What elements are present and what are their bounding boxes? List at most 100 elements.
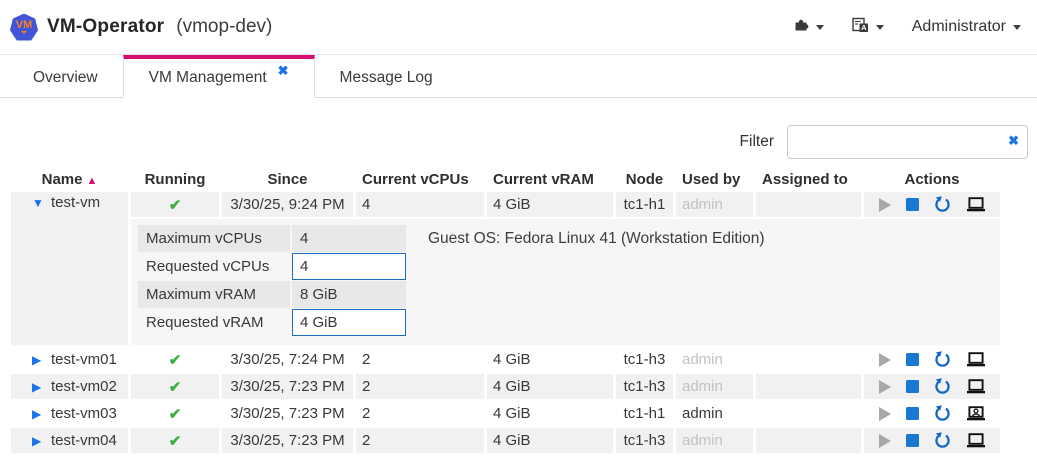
console-button[interactable] [966,197,986,212]
stop-button[interactable] [906,353,919,366]
running-check-icon: ✔ [169,352,182,369]
user-menu-button[interactable]: Administrator [912,18,1021,36]
current-vram-cell: 4 GiB [487,347,613,372]
column-header-current-vcpus[interactable]: Current vCPUs [356,168,484,190]
running-cell: ✔ [131,192,219,217]
since-cell: 3/30/25, 7:23 PM [222,374,353,399]
column-header-assigned-to[interactable]: Assigned to [756,168,861,190]
tab-overview[interactable]: Overview [8,55,123,97]
actions-cell [864,192,1000,217]
current-vram-cell: 4 GiB [487,374,613,399]
vm-name: test-vm [51,194,100,211]
vm-table: Name▲ Running Since Current vCPUs Curren… [8,166,1003,455]
column-header-running[interactable]: Running [131,168,219,190]
filter-box: ✖ [787,125,1028,159]
current-vram-cell: 4 GiB [487,428,613,453]
assigned-to-cell [756,192,861,217]
property-row: Requested vCPUs [138,253,406,280]
components-menu-button[interactable] [793,17,824,38]
vm-name: test-vm01 [51,351,117,368]
user-menu-label: Administrator [912,18,1006,36]
tab-vm-management[interactable]: VM Management ✖ [123,55,315,98]
requested-vram-input[interactable] [292,309,406,336]
sort-ascending-icon: ▲ [86,175,97,187]
used-by-cell: admin [676,347,753,372]
reset-button[interactable] [934,196,951,213]
console-button[interactable] [966,379,986,394]
console-button[interactable] [966,352,986,367]
column-header-since[interactable]: Since [222,168,353,190]
used-by-cell: admin [676,374,753,399]
vm-detail-row: Maximum vCPUs 4 Requested vCPUs Maximum … [11,219,1000,345]
chevron-down-icon [816,25,824,30]
since-cell: 3/30/25, 7:23 PM [222,401,353,426]
column-header-name[interactable]: Name▲ [11,168,128,190]
reset-button[interactable] [934,351,951,368]
table-header-row: Name▲ Running Since Current vCPUs Curren… [11,168,1000,190]
start-button[interactable] [879,353,891,367]
filter-label: Filter [740,133,774,151]
chevron-down-icon [876,25,884,30]
vm-properties: Maximum vCPUs 4 Requested vCPUs Maximum … [138,225,406,337]
column-header-node[interactable]: Node [616,168,673,190]
stop-button[interactable] [906,380,919,393]
close-tab-icon[interactable]: ✖ [278,63,289,79]
current-vcpus-cell: 2 [356,401,484,426]
stop-button[interactable] [906,198,919,211]
header-menus: A Administrator [793,17,1021,38]
vm-name-cell: ▶test-vm03 [11,401,128,426]
assigned-to-cell [756,347,861,372]
table-row: ▶test-vm04 ✔ 3/30/25, 7:23 PM 2 4 GiB tc… [11,428,1000,453]
column-header-current-vram[interactable]: Current vRAM [487,168,613,190]
current-vram-cell: 4 GiB [487,192,613,217]
node-cell: tc1-h3 [616,374,673,399]
assigned-to-cell [756,428,861,453]
clear-filter-icon[interactable]: ✖ [1008,133,1019,149]
maximum-vram-value: 8 GiB [292,281,406,308]
node-cell: tc1-h3 [616,428,673,453]
requested-vcpus-input[interactable] [292,253,406,280]
table-row: ▶test-vm03 ✔ 3/30/25, 7:23 PM 2 4 GiB tc… [11,401,1000,426]
start-button[interactable] [879,434,891,448]
logo-caret [21,31,27,34]
tab-overview-label: Overview [33,69,98,87]
reset-button[interactable] [934,432,951,449]
property-label: Maximum vCPUs [138,225,290,252]
column-header-actions: Actions [864,168,1000,190]
assigned-to-cell [756,401,861,426]
stop-button[interactable] [906,407,919,420]
language-menu-button[interactable]: A [852,17,884,38]
expand-row-icon[interactable]: ▶ [32,407,46,421]
reset-button[interactable] [934,378,951,395]
column-header-used-by[interactable]: Used by [676,168,753,190]
actions-cell [864,374,1000,399]
start-button[interactable] [879,380,891,394]
start-button[interactable] [879,198,891,212]
node-cell: tc1-h3 [616,347,673,372]
console-in-use-button[interactable] [966,406,986,421]
filter-input[interactable] [787,125,1028,159]
chevron-down-icon [1013,25,1021,30]
actions-cell [864,428,1000,453]
current-vram-cell: 4 GiB [487,401,613,426]
tab-message-log[interactable]: Message Log [315,55,458,97]
property-label: Requested vCPUs [138,253,290,280]
property-label: Requested vRAM [138,309,290,336]
language-icon: A [852,17,869,38]
collapse-row-icon[interactable]: ▼ [32,196,46,210]
table-row: ▼test-vm ✔ 3/30/25, 9:24 PM 4 4 GiB tc1-… [11,192,1000,217]
vm-detail-panel: Maximum vCPUs 4 Requested vCPUs Maximum … [131,219,1000,345]
expand-row-icon[interactable]: ▶ [32,380,46,394]
stop-button[interactable] [906,434,919,447]
vm-name-cell: ▶test-vm02 [11,374,128,399]
reset-button[interactable] [934,405,951,422]
console-button[interactable] [966,433,986,448]
expand-row-icon[interactable]: ▶ [32,434,46,448]
assigned-to-cell [756,374,861,399]
vm-name-cell: ▶test-vm04 [11,428,128,453]
expand-row-icon[interactable]: ▶ [32,353,46,367]
running-cell: ✔ [131,401,219,426]
start-button[interactable] [879,407,891,421]
app-header: VM VM-Operator (vmop-dev) A [0,0,1037,55]
puzzle-icon [793,17,809,38]
